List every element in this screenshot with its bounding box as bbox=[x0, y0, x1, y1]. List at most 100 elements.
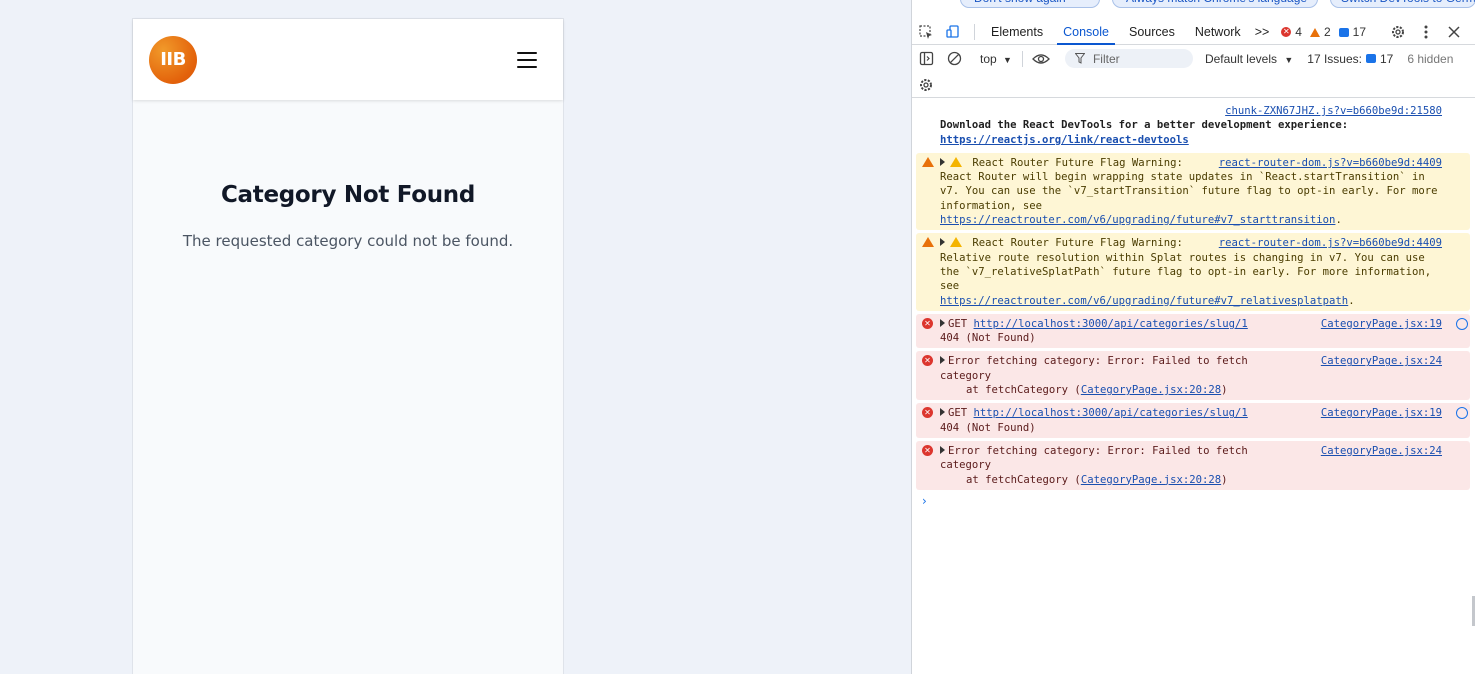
chevron-down-icon: ▼ bbox=[1003, 54, 1012, 65]
message-source-link[interactable]: chunk-ZXN67JHZ.js?v=b660be9d:21580 bbox=[1219, 104, 1442, 118]
tab-elements[interactable]: Elements bbox=[981, 20, 1053, 45]
error-count: 4 bbox=[1295, 25, 1302, 39]
brand-logo[interactable]: IIB bbox=[149, 35, 197, 84]
stack-frame-link[interactable]: CategoryPage.jsx:20:28 bbox=[1081, 474, 1221, 486]
expand-triangle-icon[interactable] bbox=[940, 238, 945, 247]
console-settings-row bbox=[912, 72, 1475, 98]
tab-sources[interactable]: Sources bbox=[1119, 20, 1185, 45]
message-source-link[interactable]: CategoryPage.jsx:19 bbox=[1314, 316, 1442, 332]
message-source-link[interactable]: CategoryPage.jsx:24 bbox=[1314, 443, 1442, 459]
stack-frame-link[interactable]: CategoryPage.jsx:20:28 bbox=[1081, 384, 1221, 396]
period: . bbox=[1335, 214, 1342, 227]
not-found-message: The requested category could not be foun… bbox=[182, 232, 514, 250]
console-toolbar: top ▼ Filter Default levels ▼ 17 Issues:… bbox=[912, 46, 1475, 71]
expand-triangle-icon[interactable] bbox=[940, 356, 945, 365]
expand-triangle-icon[interactable] bbox=[940, 408, 945, 417]
issues-count: 17 bbox=[1379, 51, 1394, 66]
future-flag-link[interactable]: https://reactrouter.com/v6/upgrading/fut… bbox=[940, 295, 1348, 307]
error-text: Error fetching category: Error: Failed t… bbox=[948, 355, 1248, 368]
message-source-link[interactable]: react-router-dom.js?v=b660be9d:4409 bbox=[1212, 236, 1442, 251]
not-found-content: Category Not Found The requested categor… bbox=[133, 100, 563, 250]
error-icon: ✕ bbox=[922, 317, 933, 329]
stack-frame-label: at fetchCategory ( bbox=[966, 384, 1081, 397]
error-text-cont: category bbox=[940, 459, 992, 472]
stack-frame-label: at fetchCategory ( bbox=[966, 473, 1081, 486]
toolbar-divider bbox=[1021, 50, 1023, 67]
error-icon: ✕ bbox=[922, 444, 933, 456]
expand-triangle-icon[interactable] bbox=[940, 157, 945, 166]
request-status: 404 (Not Found) bbox=[940, 421, 1036, 434]
chevron-down-icon: ▼ bbox=[1284, 54, 1294, 65]
console-prompt-input[interactable]: › bbox=[916, 494, 1470, 508]
tab-console[interactable]: Console bbox=[1053, 20, 1119, 45]
live-expression-eye-icon[interactable] bbox=[1027, 53, 1055, 65]
hamburger-menu-icon[interactable] bbox=[517, 51, 537, 68]
error-text-cont: category bbox=[940, 369, 992, 382]
stack-frame-close: ) bbox=[1221, 384, 1228, 397]
hidden-messages-count: 6 hidden bbox=[1407, 51, 1454, 66]
warning-body: Relative route resolution within Splat r… bbox=[940, 251, 1432, 293]
devtools-main-toolbar: Elements Console Sources Network >> ✕ 4 … bbox=[912, 20, 1475, 45]
message-source-link[interactable]: react-router-dom.js?v=b660be9d:4409 bbox=[1212, 155, 1442, 171]
hamburger-bar bbox=[517, 58, 537, 61]
app-header: IIB bbox=[133, 19, 563, 100]
console-error-message: ✕ CategoryPage.jsx:19 GET http://localho… bbox=[916, 313, 1470, 349]
warning-icon bbox=[922, 237, 934, 248]
warning-body: React Router will begin wrapping state u… bbox=[940, 171, 1438, 212]
settings-gear-icon[interactable] bbox=[1384, 24, 1412, 40]
console-settings-gear-icon[interactable] bbox=[912, 77, 940, 93]
device-toolbar-icon[interactable] bbox=[940, 24, 968, 40]
request-url-link[interactable]: http://localhost:3000/api/categories/slu… bbox=[974, 407, 1248, 419]
clear-console-icon[interactable] bbox=[940, 51, 968, 66]
language-notification-bar: Don't show again Always match Chrome's l… bbox=[912, 0, 1475, 10]
request-url-link[interactable]: http://localhost:3000/api/categories/slu… bbox=[974, 318, 1248, 330]
issues-button[interactable]: 17 Issues: 17 bbox=[1307, 52, 1393, 66]
stack-frame: at fetchCategory (CategoryPage.jsx:20:28… bbox=[940, 473, 1440, 487]
issue-info-icon bbox=[1365, 54, 1376, 63]
console-error-message: ✕ CategoryPage.jsx:24 Error fetching cat… bbox=[916, 440, 1470, 490]
inspect-element-icon[interactable] bbox=[912, 24, 940, 40]
log-text: Download the React DevTools for a better… bbox=[940, 119, 1349, 132]
toolbar-divider bbox=[974, 24, 975, 40]
console-messages: chunk-ZXN67JHZ.js?v=b660be9d:21580 Downl… bbox=[916, 100, 1470, 508]
future-flag-link[interactable]: https://reactrouter.com/v6/upgrading/fut… bbox=[940, 214, 1335, 226]
warning-title: React Router Future Flag Warning: bbox=[972, 156, 1183, 169]
period: . bbox=[1348, 294, 1355, 307]
dont-show-again-button[interactable]: Don't show again bbox=[960, 0, 1100, 8]
react-devtools-link[interactable]: https://reactjs.org/link/react-devtools bbox=[940, 134, 1189, 146]
warning-emoji-icon bbox=[950, 237, 962, 248]
message-counts[interactable]: ✕ 4 2 17 bbox=[1281, 25, 1366, 39]
sidebar-toggle-icon[interactable] bbox=[912, 51, 940, 66]
expand-triangle-icon[interactable] bbox=[940, 445, 945, 454]
error-text: Error fetching category: Error: Failed t… bbox=[948, 444, 1248, 457]
network-request-icon[interactable] bbox=[1456, 407, 1468, 420]
match-language-button[interactable]: Always match Chrome's language bbox=[1112, 0, 1318, 8]
expand-triangle-icon[interactable] bbox=[940, 318, 945, 327]
stack-frame: at fetchCategory (CategoryPage.jsx:20:28… bbox=[940, 383, 1440, 397]
context-select[interactable]: top ▼ bbox=[974, 52, 1018, 66]
error-icon: ✕ bbox=[922, 355, 933, 367]
console-error-message: ✕ CategoryPage.jsx:19 GET http://localho… bbox=[916, 403, 1470, 438]
context-value: top bbox=[980, 51, 997, 66]
filter-input[interactable]: Filter bbox=[1064, 49, 1193, 68]
request-status: 404 (Not Found) bbox=[940, 332, 1036, 345]
switch-language-button[interactable]: Switch DevTools to German bbox=[1330, 0, 1475, 8]
log-levels-dropdown[interactable]: Default levels ▼ bbox=[1205, 52, 1293, 66]
console-warning-message: react-router-dom.js?v=b660be9d:4409 Reac… bbox=[916, 233, 1470, 311]
message-source-link[interactable]: CategoryPage.jsx:24 bbox=[1314, 354, 1442, 369]
warning-emoji-icon bbox=[950, 156, 962, 167]
request-method: GET bbox=[948, 407, 968, 420]
network-request-icon[interactable] bbox=[1456, 317, 1468, 330]
info-count: 17 bbox=[1352, 25, 1367, 39]
message-source-link[interactable]: CategoryPage.jsx:19 bbox=[1314, 406, 1442, 421]
tab-network[interactable]: Network bbox=[1185, 20, 1251, 45]
hamburger-bar bbox=[517, 51, 537, 54]
info-icon bbox=[1338, 27, 1349, 37]
close-devtools-icon[interactable] bbox=[1440, 26, 1468, 38]
mobile-viewport: IIB Category Not Found The requested cat… bbox=[132, 18, 564, 674]
more-tabs-button[interactable]: >> bbox=[1251, 20, 1274, 45]
issues-label: 17 Issues: bbox=[1307, 51, 1362, 66]
warning-title: React Router Future Flag Warning: bbox=[972, 237, 1183, 250]
hamburger-bar bbox=[517, 65, 537, 68]
more-options-icon[interactable] bbox=[1412, 25, 1440, 39]
